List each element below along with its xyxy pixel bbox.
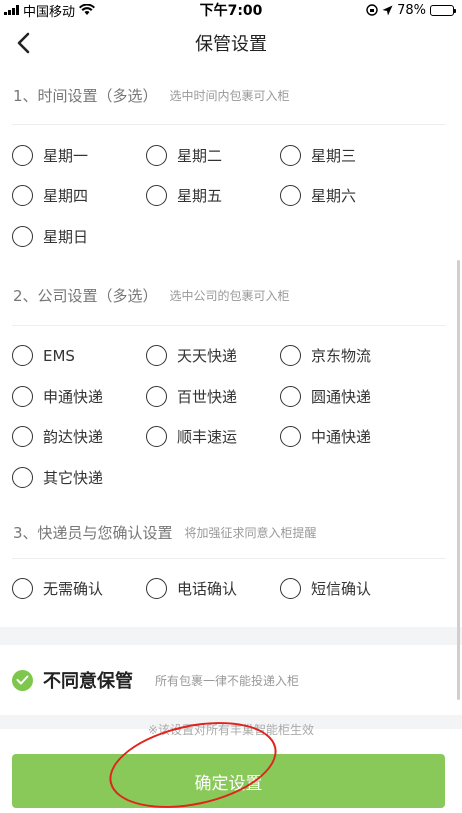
radio-icon xyxy=(146,185,167,207)
radio-icon xyxy=(280,426,301,448)
time-options: 星期一 星期二 星期三 星期四 星期五 星期六 星期日 xyxy=(0,125,462,267)
section-confirm-header: 3、快递员与您确认设置 将加强征求同意入柜提醒 xyxy=(0,508,462,558)
option-phone-confirm[interactable]: 电话确认 xyxy=(146,578,280,600)
radio-icon xyxy=(12,385,33,407)
radio-icon xyxy=(12,185,33,207)
back-arrow-icon xyxy=(17,32,30,54)
radio-icon xyxy=(12,426,33,448)
radio-icon xyxy=(146,578,167,600)
radio-icon xyxy=(280,185,301,207)
radio-icon xyxy=(12,578,33,600)
section-time-hint: 选中时间内包裹可入柜 xyxy=(169,88,290,103)
location-icon xyxy=(382,5,393,15)
refuse-storage-hint: 所有包裹一律不能投递入柜 xyxy=(155,673,300,688)
section-company-title: 2、公司设置（多选） xyxy=(13,287,158,305)
radio-icon xyxy=(280,345,301,367)
radio-icon xyxy=(12,225,33,247)
option-tiantian[interactable]: 天天快递 xyxy=(146,345,280,367)
section-separator xyxy=(0,627,462,645)
status-bar: 中国移动 下午7:00 78% xyxy=(0,0,462,20)
company-options: EMS 天天快递 京东物流 申通快递 百世快递 圆通快递 韵达快递 顺丰速运 中… xyxy=(0,326,462,508)
signal-icon xyxy=(4,5,19,15)
refuse-storage-label: 不同意保管 xyxy=(43,671,133,692)
option-baishi[interactable]: 百世快递 xyxy=(146,385,280,407)
confirm-options: 无需确认 电话确认 短信确认 xyxy=(0,559,462,620)
radio-icon xyxy=(280,385,301,407)
page-title: 保管设置 xyxy=(195,34,267,55)
radio-icon xyxy=(12,144,33,166)
radio-icon xyxy=(146,426,167,448)
section-company-header: 2、公司设置（多选） 选中公司的包裹可入柜 xyxy=(0,267,462,325)
radio-icon xyxy=(146,385,167,407)
option-shentong[interactable]: 申通快递 xyxy=(12,385,146,407)
confirm-settings-button[interactable]: 确定设置 xyxy=(12,754,445,808)
section-time-header: 1、时间设置（多选） 选中时间内包裹可入柜 xyxy=(0,66,462,124)
section-confirm-title: 3、快递员与您确认设置 xyxy=(13,524,173,542)
radio-icon xyxy=(12,345,33,367)
section-company-hint: 选中公司的包裹可入柜 xyxy=(169,289,290,303)
nav-bar: 保管设置 xyxy=(0,20,462,66)
option-yunda[interactable]: 韵达快递 xyxy=(12,426,146,448)
radio-icon xyxy=(146,144,167,166)
battery-icon xyxy=(430,4,456,16)
radio-icon xyxy=(280,578,301,600)
option-sunday[interactable]: 星期日 xyxy=(12,225,146,247)
scrollbar[interactable] xyxy=(457,260,460,700)
option-monday[interactable]: 星期一 xyxy=(12,144,146,166)
back-button[interactable] xyxy=(8,28,38,58)
carrier-name: 中国移动 xyxy=(23,4,76,20)
option-no-confirm[interactable]: 无需确认 xyxy=(12,578,146,600)
section-confirm-hint: 将加强征求同意入柜提醒 xyxy=(184,526,317,540)
radio-icon xyxy=(280,144,301,166)
option-sms-confirm[interactable]: 短信确认 xyxy=(280,578,414,600)
section-time-title: 1、时间设置（多选） xyxy=(13,86,158,105)
option-tuesday[interactable]: 星期二 xyxy=(146,144,280,166)
footer-note: ※该设置对所有丰巢智能柜生效 xyxy=(147,723,315,737)
option-other[interactable]: 其它快递 xyxy=(12,466,146,488)
option-friday[interactable]: 星期五 xyxy=(146,185,280,207)
battery-percent: 78% xyxy=(397,2,426,18)
option-thursday[interactable]: 星期四 xyxy=(12,185,146,207)
option-yuantong[interactable]: 圆通快递 xyxy=(280,385,414,407)
radio-icon xyxy=(146,345,167,367)
status-right: 78% xyxy=(366,2,456,18)
option-zhongtong[interactable]: 中通快递 xyxy=(280,426,414,448)
radio-icon xyxy=(12,466,33,488)
option-ems[interactable]: EMS xyxy=(12,345,146,367)
orientation-lock-icon xyxy=(366,4,378,16)
checkmark-icon xyxy=(12,669,33,691)
option-wednesday[interactable]: 星期三 xyxy=(280,144,414,166)
status-left: 中国移动 xyxy=(4,1,96,20)
option-shunfeng[interactable]: 顺丰速运 xyxy=(146,426,280,448)
option-jd[interactable]: 京东物流 xyxy=(280,345,414,367)
wifi-icon xyxy=(79,4,96,15)
refuse-storage-option[interactable]: 不同意保管 所有包裹一律不能投递入柜 xyxy=(0,645,462,715)
option-saturday[interactable]: 星期六 xyxy=(280,185,414,207)
